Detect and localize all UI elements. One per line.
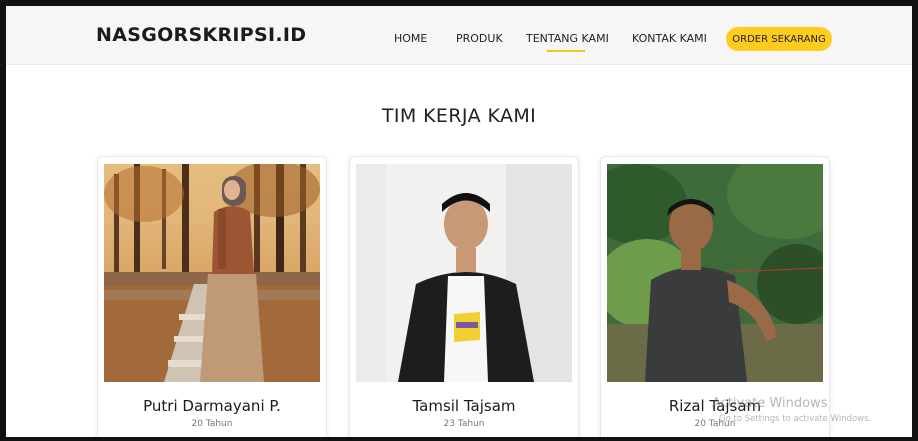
order-now-button[interactable]: ORDER SEKARANG — [726, 27, 832, 51]
team-member-age: 23 Tahun — [443, 419, 485, 429]
team-member-name: Tamsil Tajsam — [412, 397, 516, 415]
activate-windows-watermark: Activate Windows — [712, 396, 828, 411]
team-member-name: Putri Darmayani P. — [143, 397, 281, 415]
team-card: Tamsil Tajsam 23 Tahun — [349, 156, 579, 437]
team-member-photo — [607, 164, 823, 382]
browser-frame: NASGORSKRIPSI.ID HOME PRODUK TENTANG KAM… — [0, 0, 918, 441]
active-nav-indicator — [547, 50, 585, 52]
team-member-photo — [356, 164, 572, 382]
section-title: TIM KERJA KAMI — [381, 105, 537, 127]
brand-logo[interactable]: NASGORSKRIPSI.ID — [96, 24, 306, 46]
activate-windows-hint: Go to Settings to activate Windows. — [719, 414, 872, 424]
nav-link-home[interactable]: HOME — [394, 32, 427, 45]
team-member-photo — [104, 164, 320, 382]
team-member-age: 20 Tahun — [191, 419, 233, 429]
nav-link-kontak-kami[interactable]: KONTAK KAMI — [632, 32, 707, 45]
navbar: NASGORSKRIPSI.ID HOME PRODUK TENTANG KAM… — [6, 6, 912, 65]
nav-link-tentang-kami[interactable]: TENTANG KAMI — [526, 32, 609, 45]
nav-link-produk[interactable]: PRODUK — [456, 32, 503, 45]
team-card: Putri Darmayani P. 20 Tahun — [97, 156, 327, 437]
